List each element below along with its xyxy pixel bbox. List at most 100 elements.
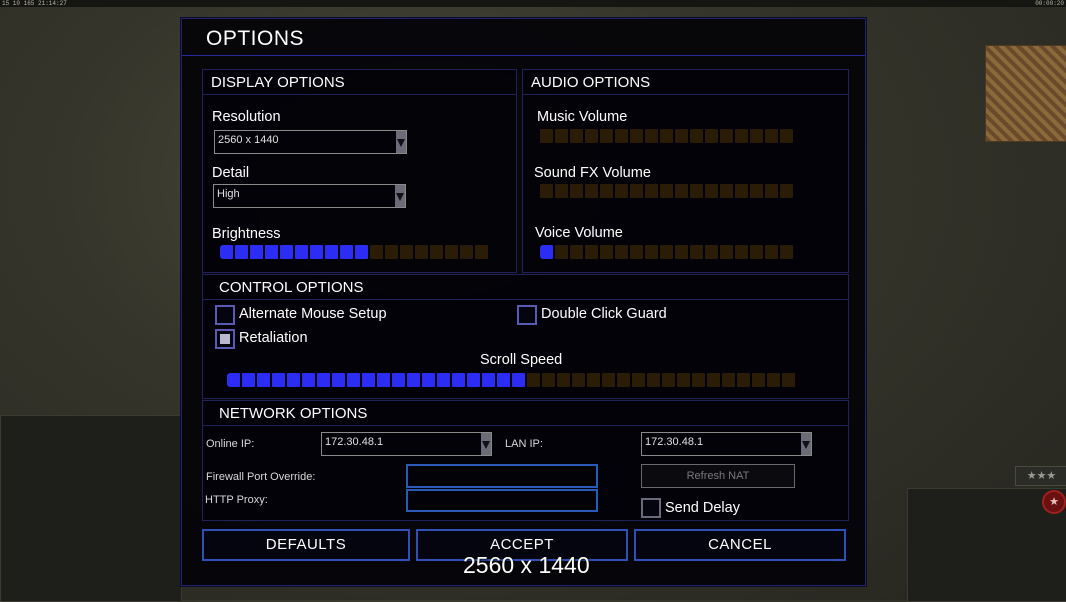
music-volume-slider[interactable] [540, 129, 793, 143]
slider-segment[interactable] [645, 129, 658, 143]
slider-segment[interactable] [662, 373, 675, 387]
cancel-button[interactable]: CANCEL [634, 529, 846, 561]
slider-segment[interactable] [555, 129, 568, 143]
refresh-nat-button[interactable]: Refresh NAT [641, 464, 795, 488]
slider-segment[interactable] [512, 373, 525, 387]
slider-segment[interactable] [540, 129, 553, 143]
slider-segment[interactable] [460, 245, 473, 259]
slider-segment[interactable] [630, 245, 643, 259]
slider-segment[interactable] [615, 245, 628, 259]
double-click-guard-checkbox[interactable] [517, 305, 537, 325]
slider-segment[interactable] [765, 184, 778, 198]
chevron-down-icon[interactable] [396, 131, 406, 153]
slider-segment[interactable] [632, 373, 645, 387]
slider-segment[interactable] [540, 184, 553, 198]
slider-segment[interactable] [647, 373, 660, 387]
slider-segment[interactable] [720, 129, 733, 143]
slider-segment[interactable] [585, 184, 598, 198]
chevron-down-icon[interactable] [395, 185, 405, 207]
slider-segment[interactable] [645, 184, 658, 198]
slider-segment[interactable] [377, 373, 390, 387]
slider-segment[interactable] [542, 373, 555, 387]
slider-segment[interactable] [475, 245, 488, 259]
slider-segment[interactable] [767, 373, 780, 387]
slider-segment[interactable] [482, 373, 495, 387]
slider-segment[interactable] [660, 184, 673, 198]
slider-segment[interactable] [467, 373, 480, 387]
slider-segment[interactable] [445, 245, 458, 259]
slider-segment[interactable] [630, 184, 643, 198]
slider-segment[interactable] [705, 129, 718, 143]
slider-segment[interactable] [257, 373, 270, 387]
defaults-button[interactable]: DEFAULTS [202, 529, 410, 561]
slider-segment[interactable] [675, 129, 688, 143]
slider-segment[interactable] [587, 373, 600, 387]
slider-segment[interactable] [617, 373, 630, 387]
slider-segment[interactable] [720, 245, 733, 259]
slider-segment[interactable] [660, 129, 673, 143]
slider-segment[interactable] [780, 129, 793, 143]
slider-segment[interactable] [780, 184, 793, 198]
slider-segment[interactable] [677, 373, 690, 387]
slider-segment[interactable] [220, 245, 233, 259]
slider-segment[interactable] [615, 129, 628, 143]
sfx-volume-slider[interactable] [540, 184, 793, 198]
slider-segment[interactable] [570, 245, 583, 259]
slider-segment[interactable] [572, 373, 585, 387]
slider-segment[interactable] [497, 373, 510, 387]
slider-segment[interactable] [272, 373, 285, 387]
slider-segment[interactable] [645, 245, 658, 259]
slider-segment[interactable] [705, 184, 718, 198]
slider-segment[interactable] [385, 245, 398, 259]
slider-segment[interactable] [765, 129, 778, 143]
slider-segment[interactable] [415, 245, 428, 259]
slider-segment[interactable] [570, 184, 583, 198]
slider-segment[interactable] [280, 245, 293, 259]
slider-segment[interactable] [340, 245, 353, 259]
http-proxy-input[interactable] [406, 489, 598, 512]
slider-segment[interactable] [242, 373, 255, 387]
slider-segment[interactable] [585, 245, 598, 259]
slider-segment[interactable] [362, 373, 375, 387]
slider-segment[interactable] [602, 373, 615, 387]
slider-segment[interactable] [660, 245, 673, 259]
firewall-port-input[interactable] [406, 464, 598, 488]
slider-segment[interactable] [780, 245, 793, 259]
chevron-down-icon[interactable] [481, 433, 491, 455]
slider-segment[interactable] [675, 245, 688, 259]
slider-segment[interactable] [347, 373, 360, 387]
slider-segment[interactable] [735, 129, 748, 143]
slider-segment[interactable] [585, 129, 598, 143]
slider-segment[interactable] [750, 129, 763, 143]
slider-segment[interactable] [355, 245, 368, 259]
detail-dropdown[interactable]: High [213, 184, 406, 208]
retaliation-checkbox[interactable] [215, 329, 235, 349]
slider-segment[interactable] [600, 129, 613, 143]
slider-segment[interactable] [782, 373, 795, 387]
slider-segment[interactable] [227, 373, 240, 387]
slider-segment[interactable] [302, 373, 315, 387]
slider-segment[interactable] [600, 184, 613, 198]
slider-segment[interactable] [692, 373, 705, 387]
slider-segment[interactable] [630, 129, 643, 143]
slider-segment[interactable] [722, 373, 735, 387]
slider-segment[interactable] [615, 184, 628, 198]
slider-segment[interactable] [690, 184, 703, 198]
slider-segment[interactable] [735, 184, 748, 198]
slider-segment[interactable] [557, 373, 570, 387]
chevron-down-icon[interactable] [801, 433, 811, 455]
voice-volume-slider[interactable] [540, 245, 793, 259]
slider-segment[interactable] [437, 373, 450, 387]
slider-segment[interactable] [392, 373, 405, 387]
slider-segment[interactable] [452, 373, 465, 387]
slider-segment[interactable] [720, 184, 733, 198]
online-ip-dropdown[interactable]: 172.30.48.1 [321, 432, 492, 456]
slider-segment[interactable] [540, 245, 553, 259]
slider-segment[interactable] [690, 129, 703, 143]
slider-segment[interactable] [737, 373, 750, 387]
slider-segment[interactable] [422, 373, 435, 387]
slider-segment[interactable] [370, 245, 383, 259]
slider-segment[interactable] [752, 373, 765, 387]
slider-segment[interactable] [707, 373, 720, 387]
slider-segment[interactable] [295, 245, 308, 259]
